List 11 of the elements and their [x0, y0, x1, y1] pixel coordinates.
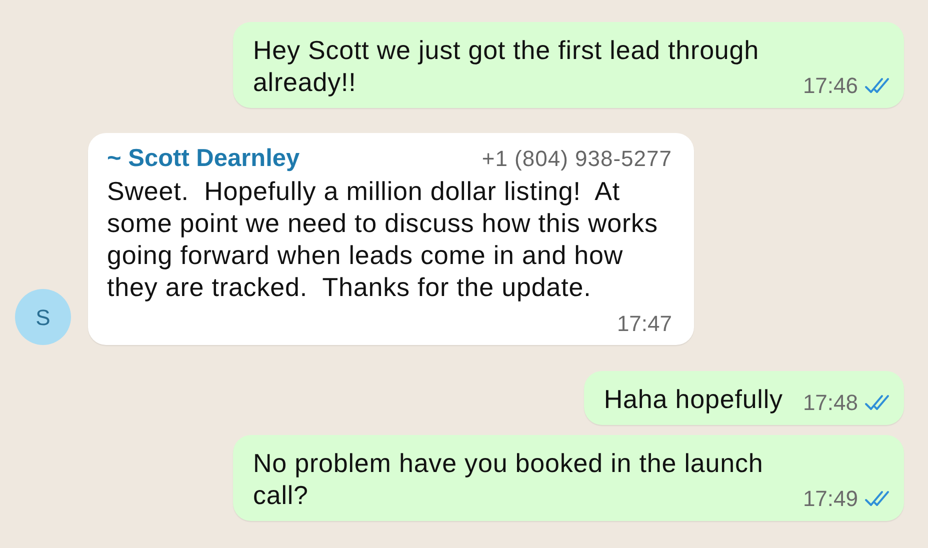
- message-time: 17:49: [802, 485, 858, 513]
- message-text: Sweet. Hopefully a million dollar listing! At some point we need to discuss how this works going forward when leads come in and how they are tracked. Thanks for the update.: [107, 175, 659, 303]
- phone-number: +1 (804) 938-5277: [482, 145, 672, 173]
- sender-name: ~ Scott Dearnley: [107, 144, 300, 174]
- avatar: S: [15, 289, 71, 345]
- message-time: 17:46: [802, 72, 858, 100]
- message-time: 17:47: [616, 311, 672, 336]
- message-text: Hey Scott we just got the first lead through already!!: [252, 34, 760, 98]
- message-text: Haha hopefully: [604, 383, 783, 415]
- message-text: No problem have you booked in the launch call?: [252, 447, 764, 511]
- message-time: 17:48: [802, 389, 858, 417]
